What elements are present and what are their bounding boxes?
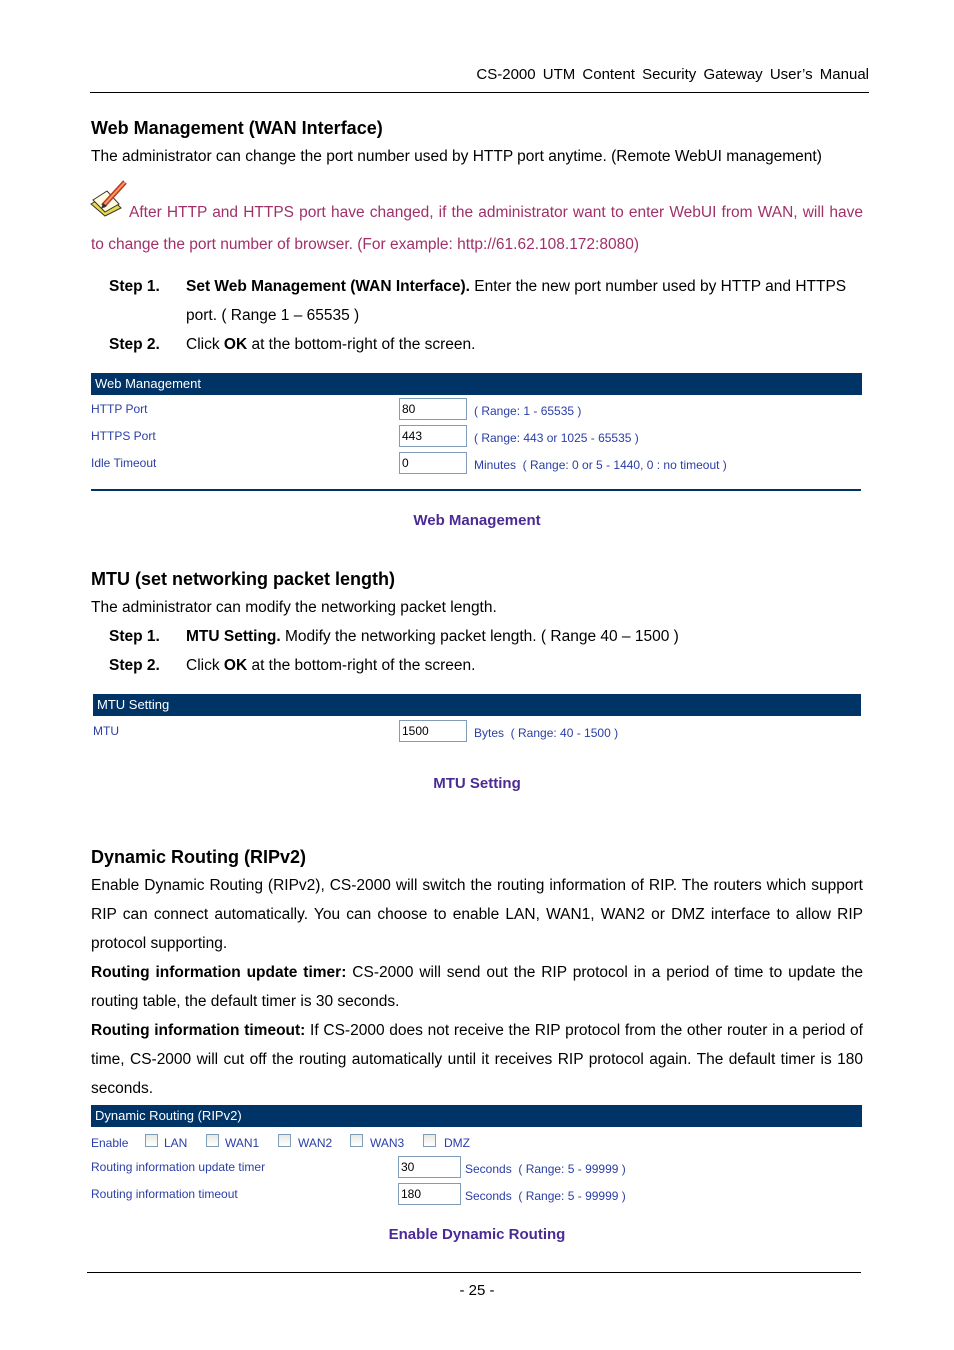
step-title: MTU Setting.: [186, 628, 281, 645]
mtu-hint: Bytes ( Range: 40 - 1500 ): [474, 726, 619, 740]
term: Routing information timeout:: [91, 1022, 306, 1039]
page-number: - 25 -: [459, 1282, 495, 1299]
figure-caption-dynamic-routing: Enable Dynamic Routing: [388, 1226, 566, 1243]
document-header: CS-2000 UTM Content Security Gateway Use…: [476, 66, 869, 83]
section-heading-web-management: Web Management (WAN Interface): [91, 118, 383, 138]
header-rule: [90, 92, 869, 93]
wan1-checkbox[interactable]: [206, 1134, 219, 1147]
wan3-label: WAN3: [370, 1136, 405, 1150]
wan2-label: WAN2: [298, 1136, 333, 1150]
web-note: After HTTP and HTTPS port have changed, …: [91, 204, 863, 253]
mtu-intro: The administrator can modify the network…: [91, 599, 497, 616]
http-port-hint: ( Range: 1 - 65535 ): [474, 404, 582, 418]
step-text: Modify the networking packet length. ( R…: [280, 628, 679, 645]
http-port-input[interactable]: 80: [399, 398, 467, 420]
web-intro: The administrator can change the port nu…: [91, 148, 822, 165]
wan3-checkbox[interactable]: [350, 1134, 363, 1147]
idle-timeout-hint: Minutes ( Range: 0 or 5 - 1440, 0 : no t…: [474, 458, 727, 472]
step-text: at the bottom-right of the screen.: [247, 336, 476, 353]
idle-timeout-input[interactable]: 0: [399, 452, 467, 474]
ok-keyword: OK: [223, 657, 248, 674]
lan-checkbox[interactable]: [145, 1134, 158, 1147]
step-text: at the bottom-right of the screen.: [247, 657, 476, 674]
mtu-step-1: Step 1. MTU Setting. Modify the networki…: [109, 622, 863, 651]
https-port-hint: ( Range: 443 or 1025 - 65535 ): [474, 431, 639, 445]
ok-keyword: OK: [223, 336, 248, 353]
web-management-panel-title: Web Management: [91, 373, 862, 395]
rip-timeout-paragraph: Routing information timeout: If CS-2000 …: [91, 1016, 863, 1103]
mtu-step-2: Step 2. Click OK at the bottom-right of …: [109, 651, 863, 680]
wan2-checkbox[interactable]: [278, 1134, 291, 1147]
mtu-panel-title: MTU Setting: [93, 694, 861, 716]
step-label: Step 1.: [109, 278, 160, 295]
footer-rule: [87, 1272, 861, 1273]
dynamic-routing-panel-title: Dynamic Routing (RIPv2): [91, 1105, 862, 1127]
rip-intro: Enable Dynamic Routing (RIPv2), CS-2000 …: [91, 877, 863, 952]
routing-timeout-label: Routing information timeout: [91, 1187, 238, 1201]
mtu-label: MTU: [93, 724, 119, 738]
term: Routing information update timer:: [91, 964, 347, 981]
step-title: Set Web Management (WAN Interface).: [186, 278, 470, 295]
step-text: Click: [186, 657, 224, 674]
rip-timer-paragraph: Routing information update timer: CS-200…: [91, 958, 863, 1016]
web-step-2: Step 2. Click OK at the bottom-right of …: [109, 330, 863, 359]
section-heading-mtu: MTU (set networking packet length): [91, 569, 396, 589]
mtu-input[interactable]: 1500: [399, 720, 467, 742]
update-timer-label: Routing information update timer: [91, 1160, 266, 1174]
update-timer-input[interactable]: 30: [398, 1156, 461, 1178]
idle-timeout-label: Idle Timeout: [91, 456, 157, 470]
step-label: Step 2.: [109, 657, 160, 674]
web-step-1: Step 1. Set Web Management (WAN Interfac…: [109, 272, 863, 330]
routing-timeout-hint: Seconds ( Range: 5 - 99999 ): [465, 1189, 626, 1203]
section-heading-dynamic-routing: Dynamic Routing (RIPv2): [91, 847, 307, 867]
update-timer-hint: Seconds ( Range: 5 - 99999 ): [465, 1162, 626, 1176]
lan-label: LAN: [164, 1136, 188, 1150]
enable-label: Enable: [91, 1136, 129, 1150]
dmz-label: DMZ: [444, 1136, 470, 1150]
http-port-label: HTTP Port: [91, 402, 148, 416]
step-label: Step 2.: [109, 336, 160, 353]
figure-caption-mtu-setting: MTU Setting: [433, 775, 521, 792]
routing-timeout-input[interactable]: 180: [398, 1183, 461, 1205]
panel-bottom-rule: [91, 489, 861, 491]
step-label: Step 1.: [109, 628, 160, 645]
https-port-label: HTTPS Port: [91, 429, 156, 443]
https-port-input[interactable]: 443: [399, 425, 467, 447]
wan1-label: WAN1: [225, 1136, 260, 1150]
dmz-checkbox[interactable]: [423, 1134, 436, 1147]
figure-caption-web-management: Web Management: [413, 512, 541, 529]
step-text: Click: [186, 336, 224, 353]
